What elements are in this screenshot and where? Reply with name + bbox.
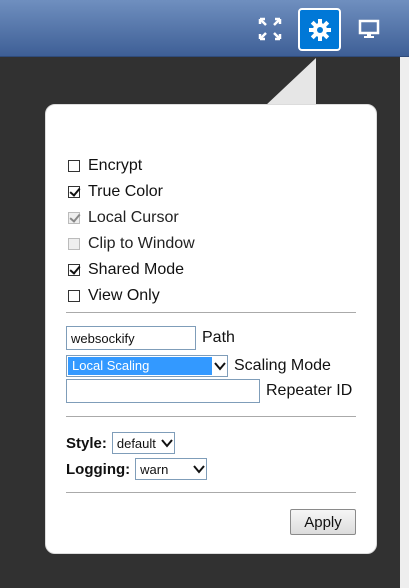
divider (66, 312, 356, 313)
chevron-down-icon (160, 433, 174, 453)
local-cursor-checkbox (68, 212, 80, 224)
option-label: Encrypt (88, 157, 143, 174)
path-row: websockify Path (66, 326, 235, 350)
shared-mode-checkbox[interactable] (68, 264, 80, 276)
settings-options: Encrypt True Color Local Cursor Clip to … (68, 153, 195, 309)
settings-panel: Encrypt True Color Local Cursor Clip to … (45, 104, 377, 554)
scaling-row: Local Scaling Scaling Mode (66, 355, 331, 377)
apply-button[interactable]: Apply (290, 509, 356, 535)
path-label: Path (202, 329, 235, 346)
clip-to-window-checkbox (68, 238, 80, 250)
style-label: Style: (66, 434, 107, 452)
logging-label: Logging: (66, 460, 131, 478)
scaling-mode-label: Scaling Mode (234, 357, 331, 374)
chevron-down-icon (213, 356, 227, 376)
option-encrypt[interactable]: Encrypt (68, 153, 195, 179)
edge-strip (400, 57, 409, 588)
divider (66, 416, 356, 417)
divider (66, 492, 356, 493)
option-label: True Color (88, 183, 163, 200)
option-local-cursor: Local Cursor (68, 205, 195, 231)
true-color-checkbox[interactable] (68, 186, 80, 198)
option-label: Local Cursor (88, 209, 179, 226)
popup-pointer (265, 58, 316, 106)
style-select[interactable]: default (111, 432, 175, 454)
path-input[interactable]: websockify (66, 326, 196, 350)
logging-row: Logging: warn (66, 458, 208, 480)
option-view-only[interactable]: View Only (68, 283, 195, 309)
scaling-mode-select[interactable]: Local Scaling (66, 355, 228, 377)
scaling-mode-value: Local Scaling (68, 357, 212, 375)
style-row: Style: default (66, 432, 175, 454)
option-label: Clip to Window (88, 235, 195, 252)
repeater-id-label: Repeater ID (266, 382, 353, 399)
option-true-color[interactable]: True Color (68, 179, 195, 205)
chevron-down-icon (192, 459, 206, 479)
style-value: default (116, 435, 156, 451)
logging-value: warn (140, 461, 169, 477)
view-only-checkbox[interactable] (68, 290, 80, 302)
option-label: Shared Mode (88, 261, 185, 278)
repeater-row: Repeater ID (66, 379, 352, 403)
option-label: View Only (88, 287, 160, 304)
encrypt-checkbox[interactable] (68, 160, 80, 172)
repeater-id-input[interactable] (66, 379, 260, 403)
option-clip-to-window: Clip to Window (68, 231, 195, 257)
logging-select[interactable]: warn (135, 458, 208, 480)
option-shared-mode[interactable]: Shared Mode (68, 257, 195, 283)
